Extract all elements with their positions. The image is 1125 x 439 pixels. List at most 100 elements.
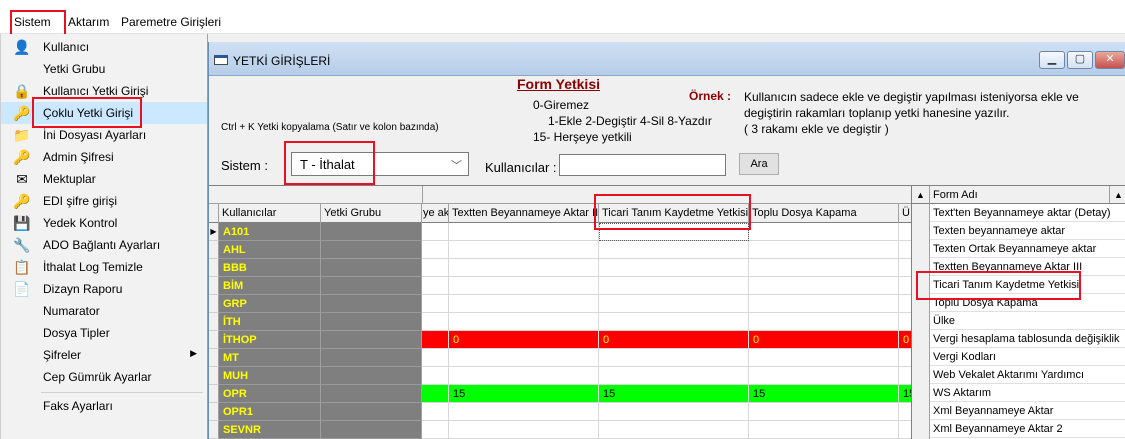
form-list-item[interactable]: Vergi Kodları: [930, 348, 1125, 366]
menu-item-sifreler[interactable]: Şifreler ▶: [1, 344, 207, 366]
menu-parametre-girisleri[interactable]: Paremetre Girişleri: [121, 15, 221, 29]
scroll-up-icon[interactable]: ▲: [912, 186, 930, 204]
menu-item-coklu-yetki-girisi[interactable]: 🔑 Çoklu Yetki Girişi: [1, 102, 207, 124]
maximize-button[interactable]: ▢: [1067, 51, 1093, 69]
form-list-item[interactable]: Ülke: [930, 312, 1125, 330]
table-row[interactable]: BİM: [209, 277, 926, 295]
menu-item-ini-dosyasi-ayarlari[interactable]: 📁 İni Dosyası Ayarları: [1, 124, 207, 146]
permission-cell[interactable]: [422, 223, 449, 241]
table-row[interactable]: İTHOP 0 0 0 0: [209, 331, 926, 349]
menu-item-ado-baglanti-ayarlari[interactable]: 🔧 ADO Bağlantı Ayarları: [1, 234, 207, 256]
scroll-up-icon[interactable]: ▲: [1110, 186, 1125, 204]
permission-cell[interactable]: [422, 241, 449, 259]
menu-item-ithalat-log-temizle[interactable]: 📋 İthalat Log Temizle: [1, 256, 207, 278]
table-row[interactable]: AHL: [209, 241, 926, 259]
menu-item-cep-gumruk-ayarlar[interactable]: Cep Gümrük Ayarlar: [1, 366, 207, 388]
yetki-grubu-cell[interactable]: [321, 259, 422, 277]
user-cell[interactable]: İTH: [219, 313, 321, 331]
table-row[interactable]: İTH: [209, 313, 926, 331]
permission-cell[interactable]: [449, 259, 599, 277]
menu-item-yedek-kontrol[interactable]: 💾 Yedek Kontrol: [1, 212, 207, 234]
permission-cell[interactable]: [449, 223, 599, 241]
form-list-item[interactable]: Ticari Tanım Kaydetme Yetkisi: [930, 276, 1125, 294]
permission-cell[interactable]: [422, 313, 449, 331]
form-list-item[interactable]: Toplu Dosya Kapama: [930, 294, 1125, 312]
permission-cell[interactable]: [749, 403, 899, 421]
form-list-item[interactable]: Web Vekalet Aktarımı Yardımcı: [930, 366, 1125, 384]
sistem-select[interactable]: T - İthalat ﹀: [291, 152, 469, 176]
permission-cell[interactable]: [422, 349, 449, 367]
yetki-grubu-cell[interactable]: [321, 295, 422, 313]
menu-item-kullanici-yetki-girisi[interactable]: 🔒 Kullanıcı Yetki Girişi: [1, 80, 207, 102]
form-list-item[interactable]: Texten beyannameye aktar: [930, 222, 1125, 240]
permission-cell[interactable]: [749, 295, 899, 313]
permission-cell[interactable]: [422, 421, 449, 439]
yetki-grubu-cell[interactable]: [321, 349, 422, 367]
permission-cell[interactable]: [749, 241, 899, 259]
permission-cell[interactable]: 15: [449, 385, 599, 403]
form-list-item[interactable]: Xml Beyannameye Aktar 2: [930, 420, 1125, 438]
permission-cell[interactable]: [749, 421, 899, 439]
user-cell[interactable]: GRP: [219, 295, 321, 313]
permission-cell[interactable]: [422, 295, 449, 313]
permission-cell[interactable]: [599, 241, 749, 259]
permission-cell[interactable]: [599, 277, 749, 295]
permission-cell[interactable]: [749, 367, 899, 385]
close-button[interactable]: ✕: [1095, 51, 1125, 69]
permission-cell[interactable]: [749, 259, 899, 277]
menu-item-edi-sifre-girisi[interactable]: 🔑 EDI şifre girişi: [1, 190, 207, 212]
yetki-grubu-cell[interactable]: [321, 277, 422, 295]
user-cell[interactable]: SEVNR: [219, 421, 321, 439]
permission-cell[interactable]: [422, 367, 449, 385]
menu-item-faks-ayarlari[interactable]: Faks Ayarları: [1, 395, 207, 417]
yetki-grubu-cell[interactable]: [321, 421, 422, 439]
menu-item-admin-sifresi[interactable]: 🔑 Admin Şifresi: [1, 146, 207, 168]
table-row[interactable]: ▶ A101: [209, 223, 926, 241]
kullanicilar-input[interactable]: [559, 154, 726, 176]
yetki-grubu-cell[interactable]: [321, 367, 422, 385]
table-row[interactable]: BBB: [209, 259, 926, 277]
permission-cell[interactable]: 0: [449, 331, 599, 349]
user-cell[interactable]: A101: [219, 223, 321, 241]
permission-cell[interactable]: [599, 403, 749, 421]
permission-cell[interactable]: [422, 403, 449, 421]
permission-cell[interactable]: [599, 295, 749, 313]
permission-cell[interactable]: [599, 349, 749, 367]
permission-cell[interactable]: [422, 259, 449, 277]
permission-cell[interactable]: [449, 313, 599, 331]
form-list-item[interactable]: Xml Beyannameye Aktar: [930, 402, 1125, 420]
menu-item-yetki-grubu[interactable]: Yetki Grubu: [1, 58, 207, 80]
form-adi-header[interactable]: Form Adı: [930, 186, 1110, 204]
yetki-grubu-cell[interactable]: [321, 331, 422, 349]
permission-cell[interactable]: 15: [599, 385, 749, 403]
menu-item-kullanici[interactable]: 👤 Kullanıcı: [1, 36, 207, 58]
col-header-partial[interactable]: ye ak: [422, 204, 449, 223]
user-cell[interactable]: MUH: [219, 367, 321, 385]
user-cell[interactable]: OPR: [219, 385, 321, 403]
permission-cell[interactable]: [449, 421, 599, 439]
user-cell[interactable]: OPR1: [219, 403, 321, 421]
table-row[interactable]: OPR1: [209, 403, 926, 421]
permission-cell[interactable]: [599, 223, 749, 241]
permission-cell[interactable]: [749, 277, 899, 295]
yetki-grubu-cell[interactable]: [321, 241, 422, 259]
permission-cell[interactable]: 15: [749, 385, 899, 403]
yetki-grubu-cell[interactable]: [321, 385, 422, 403]
permission-cell[interactable]: [599, 421, 749, 439]
table-row[interactable]: MT: [209, 349, 926, 367]
permission-cell[interactable]: [449, 367, 599, 385]
form-list-item[interactable]: Texten Ortak Beyannameye aktar: [930, 240, 1125, 258]
menu-aktarim[interactable]: Aktarım: [68, 15, 109, 29]
permission-cell[interactable]: [449, 277, 599, 295]
table-row[interactable]: GRP: [209, 295, 926, 313]
user-cell[interactable]: MT: [219, 349, 321, 367]
table-row[interactable]: SEVNR: [209, 421, 926, 439]
permission-cell[interactable]: [599, 313, 749, 331]
permission-cell[interactable]: [422, 331, 449, 349]
permission-cell[interactable]: [599, 259, 749, 277]
menu-sistem[interactable]: Sistem: [14, 15, 51, 29]
permission-cell[interactable]: [422, 385, 449, 403]
permission-cell[interactable]: [449, 403, 599, 421]
menu-item-dosya-tipler[interactable]: Dosya Tipler: [1, 322, 207, 344]
col-header-ticari-tanim-kaydetme[interactable]: Ticari Tanım Kaydetme Yetkisi: [599, 204, 749, 223]
